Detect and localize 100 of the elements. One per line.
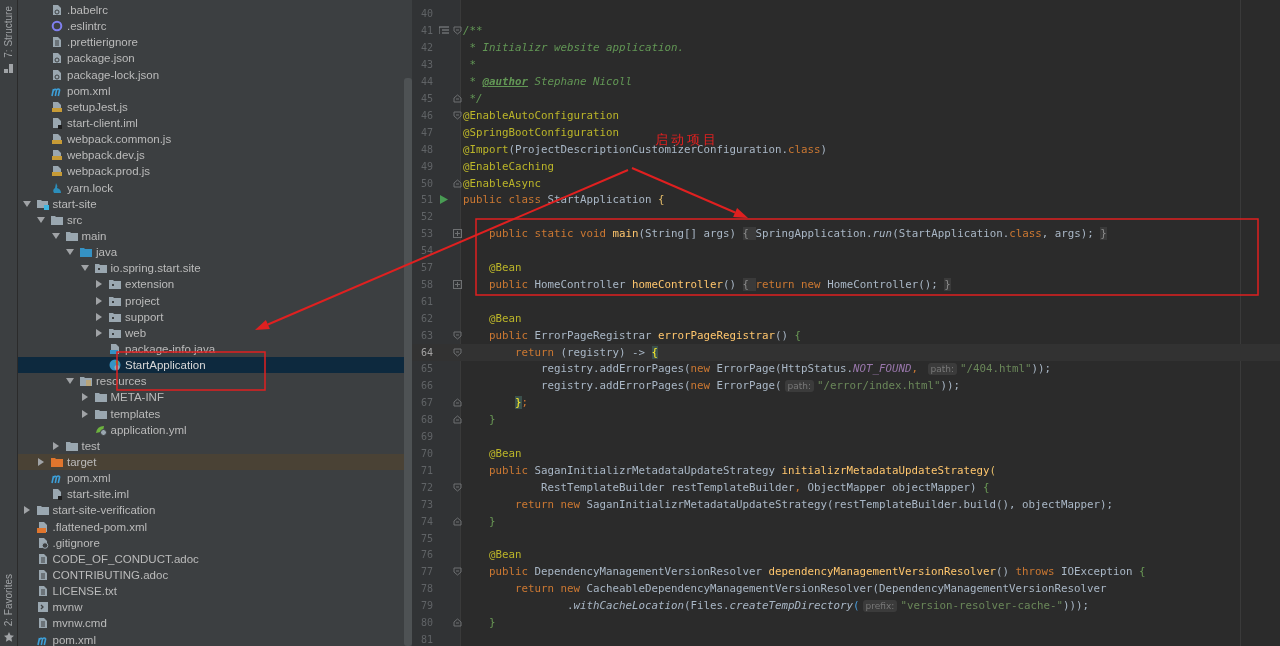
star-icon[interactable] [3,632,14,642]
structure-tab[interactable]: 7: Structure [3,6,14,58]
code-line: } [488,514,496,528]
tree-item[interactable]: pom.xml [18,470,404,487]
tree-item[interactable]: io.spring.start.site [18,260,404,277]
fold-icon[interactable] [452,330,462,340]
code-line: return (registry) -> { [514,345,659,359]
tree-item[interactable]: java [18,244,404,261]
tree-item[interactable]: start-client.iml [18,115,404,132]
tree-item[interactable]: support [18,308,404,325]
tree-item[interactable]: .eslintrc [18,18,404,35]
code-line: @EnableAutoConfiguration [463,108,619,122]
expanded-arrow-icon[interactable] [80,264,89,273]
tree-item[interactable]: pom.xml [18,82,404,99]
tree-item[interactable]: StartApplication [18,357,404,374]
fold-icon[interactable] [452,178,462,188]
code-line: @Bean [488,261,522,275]
collapsed-arrow-icon[interactable] [95,280,103,289]
lines-icon[interactable] [439,26,449,36]
code-line: return new SaganInitializrMetadataUpdateStrategy(restTemplateBuilder.build(), objectMapper); [514,497,1114,511]
tree-item[interactable]: .flattened-pom.xml [18,518,404,535]
tree-item[interactable]: start-site-verification [18,502,404,519]
tree-item[interactable]: test [18,437,404,454]
js-file-icon [51,133,63,146]
fold-icon[interactable] [452,415,462,425]
expand-fold-icon[interactable] [452,229,462,239]
tree-item[interactable]: .prettierignore [18,34,404,51]
tree-item[interactable]: main [18,227,404,245]
module-folder-icon [36,197,49,210]
favorites-tab[interactable]: 2: Favorites [3,573,14,626]
fold-icon[interactable] [452,516,462,526]
leaf-gear-icon [94,423,107,436]
tree-item[interactable]: webpack.common.js [18,131,404,148]
tree-item[interactable]: project [18,292,404,309]
tree-item[interactable]: LICENSE.txt [18,583,404,600]
structure-icon[interactable] [4,63,13,73]
ring-icon [51,20,63,33]
code-line: * [468,58,477,72]
code-line: public ErrorPageRegistrar errorPageRegistrar() { [488,328,802,342]
tree-item[interactable]: extension [18,276,404,293]
tree-item[interactable]: web [18,324,404,341]
expanded-arrow-icon[interactable] [37,215,45,224]
expanded-arrow-icon[interactable] [22,199,31,208]
tree-item[interactable]: mvnw [18,599,404,616]
fold-icon[interactable] [452,482,462,492]
fold-icon[interactable] [452,110,462,120]
tree-item[interactable]: CONTRIBUTING.adoc [18,566,404,584]
code-line: @SpringBootConfiguration [463,125,619,139]
collapsed-arrow-icon[interactable] [95,296,103,305]
expanded-arrow-icon[interactable] [66,248,74,257]
collapsed-arrow-icon[interactable] [37,458,45,466]
code-line: registry.addErrorPages(new ErrorPage(HttpStatus.NOT_FOUND, path: "/404.html")); [540,362,1052,376]
tree-item[interactable]: start-site.iml [18,486,404,503]
scrollbar-thumb[interactable] [404,78,412,646]
package-folder-icon [109,326,121,339]
collapsed-arrow-icon[interactable] [51,441,60,450]
tree-item[interactable]: CODE_OF_CONDUCT.adoc [18,550,404,567]
tree-item[interactable]: application.yml [18,421,404,438]
tree-item[interactable]: package-lock.json [18,66,404,83]
fold-icon[interactable] [452,94,462,103]
resources-folder-icon [80,375,92,388]
tree-item[interactable]: target [18,453,404,471]
tree-item[interactable]: setupJest.js [18,98,404,115]
text-file-icon [36,552,49,565]
collapsed-arrow-icon[interactable] [95,312,103,321]
code-line: public static void main(String[] args) { SpringApplication.run(StartApplication.class, args); } [488,227,1107,241]
tree-item[interactable]: src [18,211,404,228]
collapsed-arrow-icon[interactable] [80,393,89,402]
run-icon[interactable] [440,195,448,205]
fold-icon[interactable] [452,398,462,408]
fold-icon[interactable] [452,347,462,357]
expand-fold-icon[interactable] [452,279,462,289]
fold-icon[interactable] [452,567,462,577]
folder-icon [51,456,63,468]
tree-item[interactable]: .babelrc [18,2,404,19]
collapsed-arrow-icon[interactable] [22,506,31,515]
collapsed-arrow-icon[interactable] [95,328,103,337]
collapsed-arrow-icon[interactable] [80,409,89,418]
code-line: @EnableAsync [463,176,541,190]
tree-item[interactable]: start-site [18,195,404,212]
folder-icon [51,213,63,226]
fold-icon[interactable] [452,618,462,628]
code-line: }; [514,396,529,410]
tree-item[interactable]: .gitignore [18,534,404,551]
config-file-icon [51,4,63,17]
tree-item[interactable]: webpack.dev.js [18,147,404,164]
code-line: } [488,616,496,630]
tree-item[interactable]: META-INF [18,389,404,406]
fold-icon[interactable] [452,26,462,36]
code-line: @EnableCaching [463,159,554,173]
tree-item[interactable]: yarn.lock [18,179,404,196]
tree-item[interactable]: mvnw.cmd [18,615,404,632]
code-line: public DependencyManagementVersionResolver dependencyManagementVersionResolver() throws IOException { [488,565,1146,579]
folder-icon [94,391,107,404]
tree-item[interactable]: package.json [18,50,404,67]
tree-item[interactable]: webpack.prod.js [18,163,404,180]
expanded-arrow-icon[interactable] [66,377,74,386]
tree-item[interactable]: templates [18,405,404,422]
tree-item[interactable]: pom.xml [18,631,404,646]
expanded-arrow-icon[interactable] [51,232,60,241]
